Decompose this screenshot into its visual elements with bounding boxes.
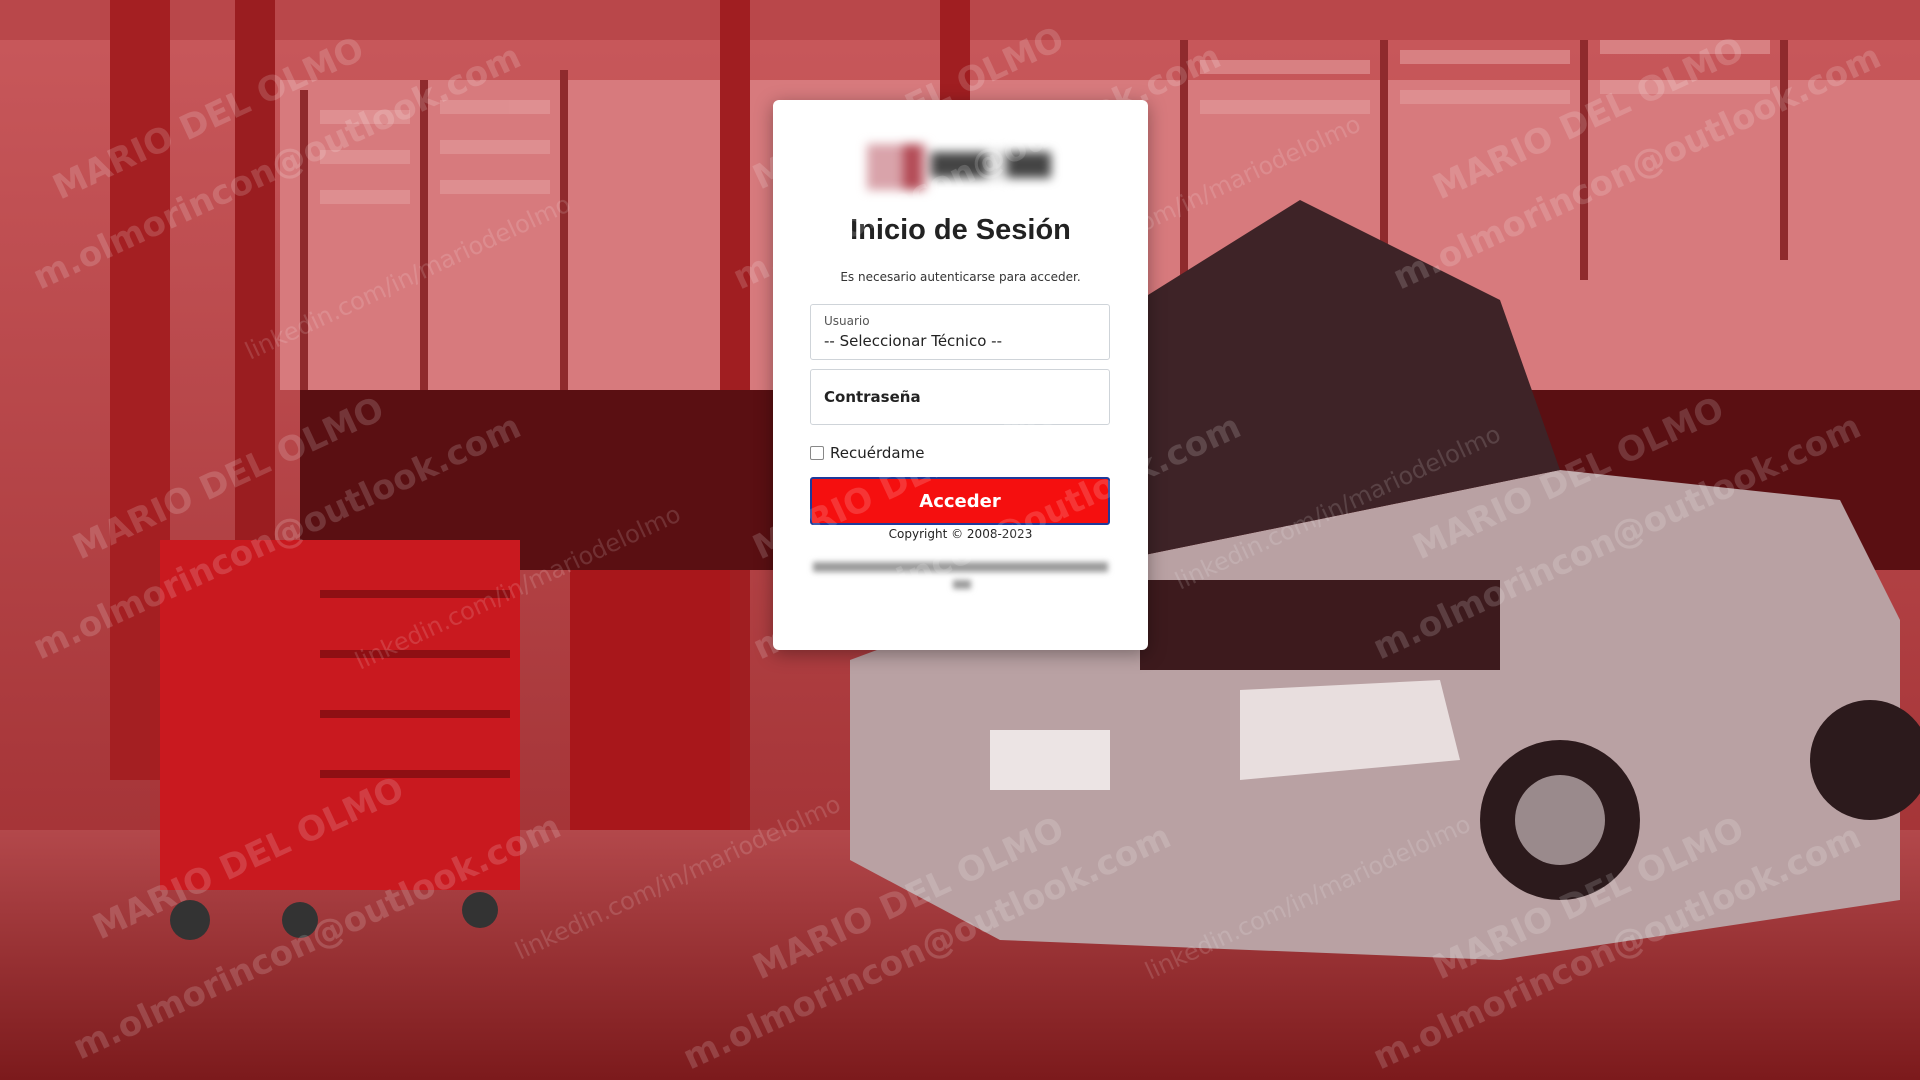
blurred-footer-text <box>813 562 1108 596</box>
login-button[interactable]: Acceder <box>810 477 1110 525</box>
username-label: Usuario <box>824 314 870 328</box>
username-value: -- Seleccionar Técnico -- <box>824 332 1002 350</box>
password-field[interactable]: Contraseña <box>810 369 1110 425</box>
login-subtitle: Es necesario autenticarse para acceder. <box>840 270 1081 284</box>
remember-me[interactable]: Recuérdame <box>810 443 924 463</box>
password-label: Contraseña <box>824 388 921 406</box>
remember-checkbox[interactable] <box>810 446 824 460</box>
remember-label: Recuérdame <box>830 444 925 462</box>
login-card: Inicio de Sesión Es necesario autenticar… <box>773 100 1148 650</box>
company-logo <box>867 136 1063 196</box>
copyright-text: Copyright © 2008-2023 <box>888 527 1033 541</box>
page-title: Inicio de Sesión <box>850 214 1071 246</box>
username-select[interactable]: Usuario -- Seleccionar Técnico -- <box>810 304 1110 360</box>
